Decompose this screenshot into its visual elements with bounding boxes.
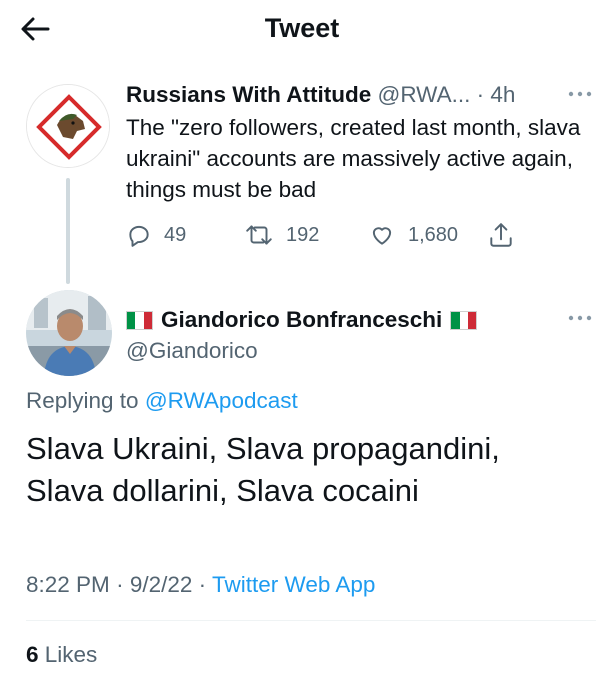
parent-tweet-text: The "zero followers, created last month,… [126,115,581,202]
more-horizontal-icon [568,315,592,321]
likes-label: Likes [44,642,98,667]
separator-dot: · [476,82,485,107]
replying-to-line: Replying to @RWApodcast [26,386,298,416]
main-tweet-text: Slava Ukraini, Slava propagandini, Slava… [26,428,586,512]
meta-separator: · [116,572,124,597]
main-author-row: Giandorico Bonfranceschi [126,305,478,335]
heart-icon [372,227,392,245]
italy-flag-icon [126,310,153,330]
rwa-logo-icon [27,85,109,167]
main-more-button[interactable] [565,308,595,328]
replying-to-link[interactable]: @RWApodcast [145,388,298,413]
parent-author-name[interactable]: Russians With Attitude [126,82,371,107]
italy-flag-icon [450,310,478,330]
share-button[interactable] [488,221,514,249]
parent-author-handle[interactable]: @RWA... [377,82,470,107]
avatar-rwa[interactable] [26,84,110,168]
parent-more-button[interactable] [565,84,595,104]
share-icon [490,223,512,247]
parent-tweet-time[interactable]: 4h [490,82,515,107]
profile-photo [26,290,112,376]
parent-tweet-actions: 49 [126,220,186,250]
meta-separator: · [198,572,207,597]
retweet-icon [246,225,272,245]
tweet-date[interactable]: 9/2/22 [130,572,193,597]
retweet-button[interactable]: 192 [244,222,319,248]
share-action [488,220,514,250]
main-author-name[interactable]: Giandorico Bonfranceschi [161,305,442,335]
thread-connector-line [66,178,70,284]
main-author-handle[interactable]: @Giandorico [126,336,258,366]
like-button[interactable]: 1,680 [368,222,458,248]
reply-button[interactable]: 49 [126,222,186,248]
avatar-giandorico[interactable] [26,290,112,376]
main-tweet-text-line1: Slava Ukraini, Slava propagandini, [26,431,500,466]
like-action: 1,680 [368,220,458,250]
tweet-time[interactable]: 8:22 PM [26,572,110,597]
reply-icon [129,225,149,247]
likes-count: 6 [26,642,39,667]
tweet-source-link[interactable]: Twitter Web App [212,572,375,597]
tweet-meta: 8:22 PM · 9/2/22 · Twitter Web App [26,569,375,601]
retweet-count: 192 [286,223,320,246]
like-count: 1,680 [408,223,459,246]
replying-prefix: Replying to [26,388,139,413]
page-title: Tweet [264,13,340,43]
likes-summary[interactable]: 6 Likes [26,639,97,671]
reply-count: 49 [164,223,187,246]
more-horizontal-icon [568,91,592,97]
divider [26,620,596,621]
main-tweet-text-line2: Slava dollarini, Slava cocaini [26,473,419,508]
retweet-action: 192 [244,220,319,250]
parent-tweet-header: Russians With Attitude @RWA... · 4h [126,80,515,110]
